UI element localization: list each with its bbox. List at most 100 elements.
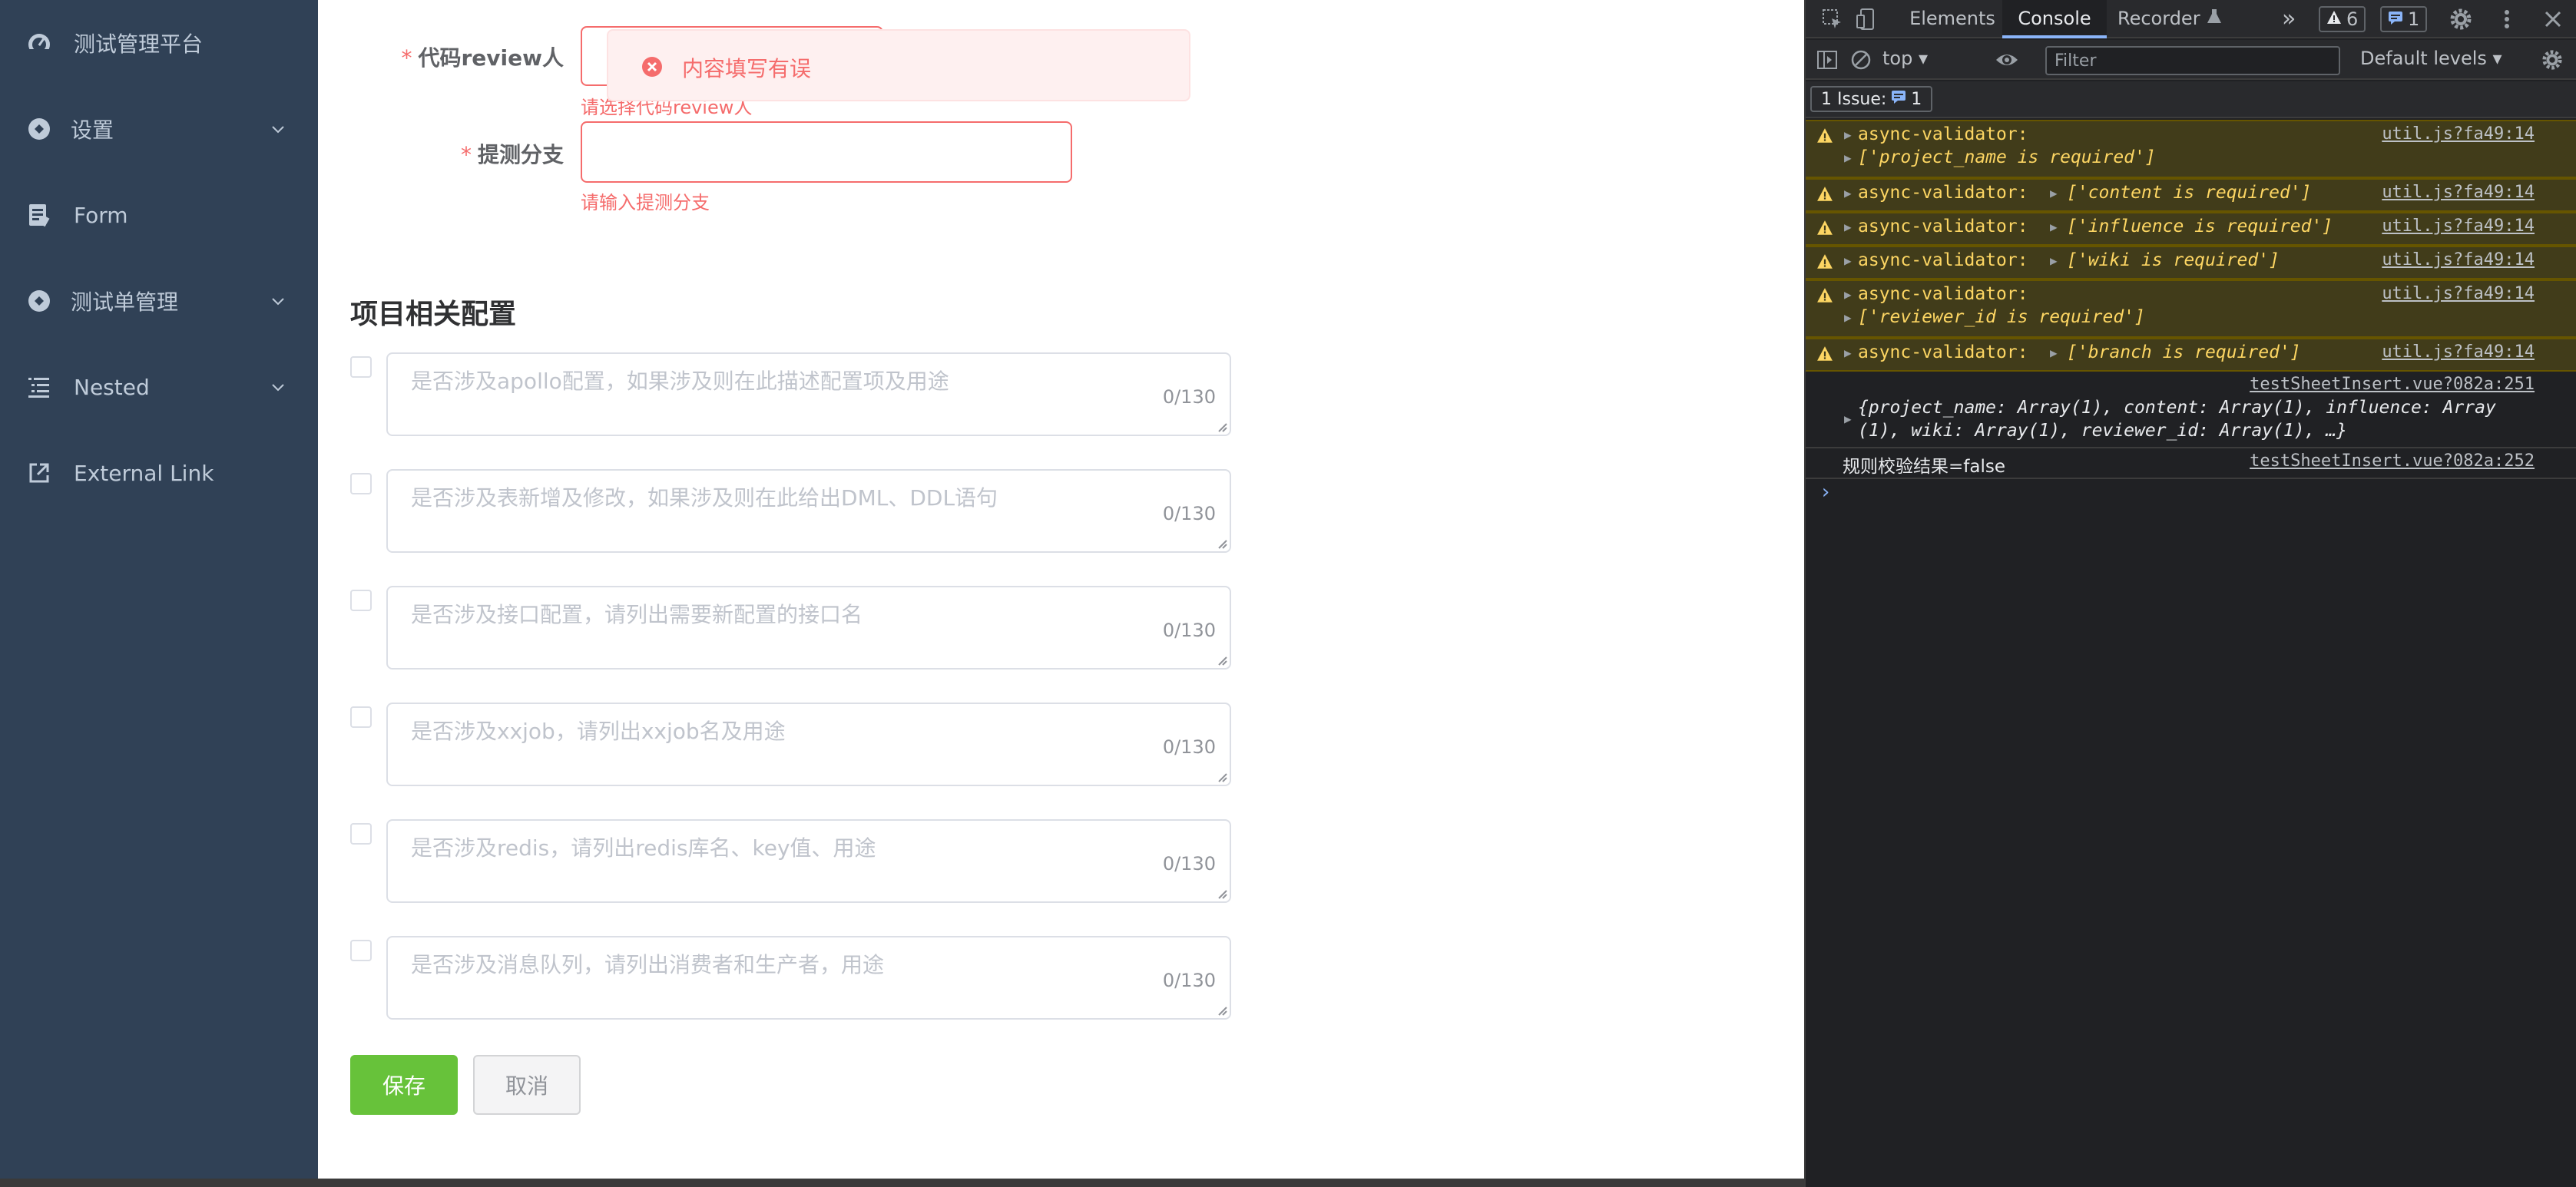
console-warning[interactable]: ▶ async-validator: ▶ ['reviewer_id is re… [1806, 279, 2576, 338]
tab-recorder[interactable]: Recorder [2107, 0, 2222, 37]
message-icon [2388, 8, 2403, 30]
resize-handle-icon[interactable] [1216, 537, 1228, 550]
log-levels-dropdown[interactable]: Default levels ▾ [2360, 48, 2502, 69]
config-textarea[interactable]: 是否涉及redis，请列出redis库名、key值、用途 0/130 [386, 819, 1231, 903]
warning-icon [1816, 186, 1833, 203]
sidebar-item-nested[interactable]: Nested [0, 344, 318, 430]
sidebar-item-form[interactable]: Form [0, 172, 318, 258]
console-toolbar: top ▾ Default levels ▾ [1806, 40, 2576, 80]
source-link[interactable]: testSheetInsert.vue?082a:252 [2250, 451, 2535, 471]
issues-bar: 1 Issue: 1 [1806, 81, 2576, 118]
issues-button[interactable]: 1 Issue: 1 [1810, 86, 1933, 112]
sidebar-item-test-sheet-management[interactable]: 测试单管理 [0, 258, 318, 344]
config-textarea[interactable]: 是否涉及apollo配置，如果涉及则在此描述配置项及用途 0/130 [386, 352, 1231, 436]
eye-icon[interactable] [1995, 49, 2018, 72]
sidebar-item-external-link[interactable]: External Link [0, 430, 318, 516]
source-link[interactable]: util.js?fa49:14 [2382, 183, 2535, 202]
save-button[interactable]: 保存 [350, 1055, 458, 1115]
more-tabs-button[interactable]: » [2282, 0, 2305, 37]
chevron-down-icon [269, 378, 287, 396]
console-warning[interactable]: ▶ async-validator: ▶ ['wiki is required'… [1806, 246, 2576, 279]
gear-icon[interactable] [2449, 8, 2472, 31]
warning-icon [1816, 220, 1833, 236]
nested-list-icon [26, 374, 52, 400]
source-link[interactable]: util.js?fa49:14 [2382, 342, 2535, 362]
config-checkbox[interactable] [350, 356, 372, 378]
source-link[interactable]: util.js?fa49:14 [2382, 217, 2535, 236]
filter-input[interactable] [2045, 46, 2340, 75]
form-icon [26, 202, 52, 228]
sidebar-item-test-platform[interactable]: 测试管理平台 [0, 0, 318, 86]
sidebar-toggle-icon[interactable] [1816, 49, 1839, 72]
cancel-button[interactable]: 取消 [473, 1055, 581, 1115]
expand-arrow-icon[interactable]: ▶ [1844, 310, 1852, 325]
settings-icon [26, 288, 52, 314]
console-object-log[interactable]: testSheetInsert.vue?082a:251 ▶ {project_… [1806, 373, 2576, 448]
source-link[interactable]: util.js?fa49:14 [2382, 250, 2535, 269]
console-warning[interactable]: ▶ async-validator: ▶ ['influence is requ… [1806, 212, 2576, 246]
char-count: 0/130 [1162, 503, 1216, 524]
expand-arrow-icon[interactable]: ▶ [1844, 186, 1852, 200]
console-settings-icon[interactable] [2541, 49, 2564, 72]
expand-arrow-icon[interactable]: ▶ [1844, 253, 1852, 268]
console-log[interactable]: 规则校验结果=false testSheetInsert.vue?082a:25… [1806, 448, 2576, 479]
expand-arrow-icon[interactable]: ▶ [2050, 220, 2058, 234]
expand-arrow-icon[interactable]: ▶ [1844, 346, 1852, 360]
resize-handle-icon[interactable] [1216, 888, 1228, 900]
textarea-placeholder: 是否涉及表新增及修改，如果涉及则在此给出DML、DDL语句 [411, 485, 998, 511]
external-link-icon [26, 460, 52, 486]
config-checkbox[interactable] [350, 823, 372, 845]
source-link[interactable]: util.js?fa49:14 [2382, 284, 2535, 303]
config-textarea[interactable]: 是否涉及表新增及修改，如果涉及则在此给出DML、DDL语句 0/130 [386, 469, 1231, 553]
toast-message: 内容填写有误 [682, 56, 812, 81]
char-count: 0/130 [1162, 853, 1216, 875]
resize-handle-icon[interactable] [1216, 421, 1228, 433]
inspect-element-icon[interactable] [1821, 8, 1844, 31]
console-warning[interactable]: ▶ async-validator: ▶ ['content is requir… [1806, 178, 2576, 212]
expand-arrow-icon[interactable]: ▶ [2050, 346, 2058, 360]
expand-arrow-icon[interactable]: ▶ [2050, 253, 2058, 268]
expand-arrow-icon[interactable]: ▶ [1844, 127, 1852, 142]
warning-icon [1816, 346, 1833, 362]
branch-error: 请输入提测分支 [581, 192, 710, 213]
warning-icon [1816, 253, 1833, 270]
branch-input[interactable] [581, 121, 1072, 183]
console-prompt[interactable]: › [1819, 481, 1832, 504]
config-textarea[interactable]: 是否涉及消息队列，请列出消费者和生产者，用途 0/130 [386, 936, 1231, 1020]
sidebar-item-settings[interactable]: 设置 [0, 86, 318, 172]
expand-arrow-icon[interactable]: ▶ [1844, 150, 1852, 165]
expand-arrow-icon[interactable]: ▶ [1844, 220, 1852, 234]
clear-console-icon[interactable] [1850, 49, 1873, 72]
context-selector[interactable]: top ▾ [1882, 48, 1928, 69]
char-count: 0/130 [1162, 736, 1216, 758]
config-checkbox[interactable] [350, 590, 372, 611]
sidebar-item-label: 设置 [71, 117, 114, 143]
config-textarea[interactable]: 是否涉及xxjob，请列出xxjob名及用途 0/130 [386, 703, 1231, 786]
console-warning[interactable]: ▶ async-validator: ▶ ['project_name is r… [1806, 120, 2576, 178]
error-toast: 内容填写有误 [607, 29, 1190, 101]
config-checkbox[interactable] [350, 940, 372, 961]
warning-counter[interactable]: 6 [2319, 6, 2366, 32]
tab-elements[interactable]: Elements [1902, 0, 2002, 37]
resize-handle-icon[interactable] [1216, 654, 1228, 666]
source-link[interactable]: testSheetInsert.vue?082a:251 [2250, 375, 2535, 394]
resize-handle-icon[interactable] [1216, 1004, 1228, 1017]
device-toggle-icon[interactable] [1855, 8, 1878, 31]
config-checkbox[interactable] [350, 706, 372, 728]
resize-handle-icon[interactable] [1216, 771, 1228, 783]
expand-arrow-icon[interactable]: ▶ [2050, 186, 2058, 200]
config-checkbox[interactable] [350, 473, 372, 494]
chevron-down-icon [269, 292, 287, 310]
expand-arrow-icon[interactable]: ▶ [1844, 412, 1852, 426]
console-warning[interactable]: ▶ async-validator: ▶ ['branch is require… [1806, 338, 2576, 372]
sidebar: 测试管理平台 设置 Form 测试单管理 Nested External Lin… [0, 0, 318, 1179]
kebab-menu-icon[interactable] [2495, 8, 2518, 31]
message-counter[interactable]: 1 [2380, 6, 2428, 32]
config-textarea[interactable]: 是否涉及接口配置，请列出需要新配置的接口名 0/130 [386, 586, 1231, 670]
tab-console[interactable]: Console [2002, 0, 2107, 38]
warning-icon [1816, 287, 1833, 304]
expand-arrow-icon[interactable]: ▶ [1844, 287, 1852, 302]
source-link[interactable]: util.js?fa49:14 [2382, 124, 2535, 144]
close-icon[interactable] [2541, 8, 2564, 31]
char-count: 0/130 [1162, 386, 1216, 408]
